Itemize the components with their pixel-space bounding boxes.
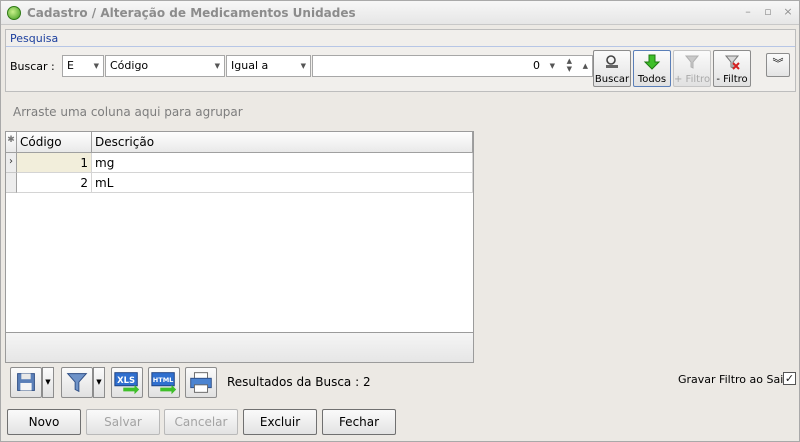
column-header-codigo[interactable]: Código (17, 132, 92, 153)
field-select[interactable]: Código ▼ (105, 55, 225, 77)
logic-select[interactable]: E ▼ (62, 55, 104, 77)
search-panel: Pesquisa Buscar : E ▼ Código ▼ Igual a ▼… (5, 29, 796, 92)
search-icon (606, 55, 618, 68)
search-panel-divider (6, 46, 795, 47)
field-select-value: Código (110, 59, 149, 72)
printer-icon (190, 372, 212, 393)
salvar-button[interactable]: Salvar (86, 409, 160, 435)
svg-text:XLS: XLS (117, 375, 135, 385)
save-layout-button[interactable] (10, 367, 42, 398)
column-header-descricao[interactable]: Descrição (92, 132, 473, 153)
cell-descricao[interactable]: mg (92, 153, 473, 173)
close-icon[interactable]: × (781, 5, 795, 19)
xls-export-icon: XLS (114, 372, 140, 395)
fechar-button[interactable]: Fechar (322, 409, 396, 435)
remove-filtro-button-label: - Filtro (716, 74, 748, 85)
remove-filtro-button[interactable]: - Filtro (713, 50, 751, 87)
todos-button-label: Todos (637, 74, 667, 85)
html-export-icon: HTML (151, 372, 177, 395)
buscar-button[interactable]: Buscar (593, 50, 631, 87)
save-layout-dropdown[interactable]: ▼ (42, 367, 54, 398)
maximize-icon[interactable]: ▫ (761, 5, 775, 19)
filter-layout-button[interactable] (61, 367, 93, 398)
chevron-down-icon[interactable]: ▼ (550, 62, 555, 70)
filter-add-icon (684, 55, 700, 69)
chevron-down-icon: ▼ (96, 378, 102, 386)
gravar-filtro-checkbox[interactable]: ✓ (783, 372, 796, 385)
add-filtro-button-label: + Filtro (674, 74, 711, 85)
gravar-filtro-label: Gravar Filtro ao Sair (678, 373, 788, 386)
search-value-input[interactable]: 0 ▼ ▲ ▼ ▲ (312, 55, 593, 77)
export-xls-button[interactable]: XLS (111, 367, 143, 398)
row-indicator-icon: › (6, 153, 17, 173)
grid-corner[interactable]: ✱ (6, 132, 17, 153)
excluir-button[interactable]: Excluir (243, 409, 317, 435)
double-chevron-down-icon: ︾ (772, 57, 784, 70)
group-by-hint: Arraste uma coluna aqui para agrupar (13, 105, 243, 119)
chevron-down-icon: ▼ (214, 62, 220, 70)
results-grid: ✱ Código Descrição › 1 mg 2 mL (5, 131, 474, 363)
cell-codigo[interactable]: 2 (17, 173, 92, 193)
logic-select-value: E (67, 59, 74, 72)
cell-codigo[interactable]: 1 (17, 153, 92, 173)
chevron-down-icon: ▼ (300, 62, 306, 70)
floppy-disk-icon (17, 373, 35, 391)
print-button[interactable] (185, 367, 217, 398)
chevron-down-icon: ▼ (93, 62, 99, 70)
export-html-button[interactable]: HTML (148, 367, 180, 398)
cancelar-button[interactable]: Cancelar (164, 409, 238, 435)
buscar-label: Buscar : (10, 60, 55, 73)
svg-text:HTML: HTML (153, 376, 174, 384)
window-title: Cadastro / Alteração de Medicamentos Uni… (27, 6, 356, 20)
main-window: Cadastro / Alteração de Medicamentos Uni… (0, 0, 800, 442)
operator-select-value: Igual a (231, 59, 269, 72)
operator-select[interactable]: Igual a ▼ (226, 55, 311, 77)
filter-remove-icon (724, 55, 740, 70)
results-count: Resultados da Busca : 2 (227, 375, 371, 389)
search-value: 0 (533, 59, 540, 72)
novo-button[interactable]: Novo (7, 409, 81, 435)
add-filtro-button[interactable]: + Filtro (673, 50, 711, 87)
chevron-up-icon[interactable]: ▲ (583, 62, 588, 70)
spin-icon[interactable]: ▲ ▼ (567, 57, 572, 73)
buscar-button-label: Buscar (594, 74, 630, 85)
todos-button[interactable]: Todos (633, 50, 671, 87)
filter-icon (66, 373, 88, 393)
row-indicator (6, 173, 17, 193)
title-bar: Cadastro / Alteração de Medicamentos Uni… (1, 1, 799, 25)
grid-footer (6, 332, 473, 362)
filter-layout-dropdown[interactable]: ▼ (93, 367, 105, 398)
chevron-down-icon: ▼ (45, 378, 51, 386)
minimize-icon[interactable]: – (741, 5, 755, 19)
expand-panel-button[interactable]: ︾ (766, 53, 790, 77)
cell-descricao[interactable]: mL (92, 173, 473, 193)
arrow-down-icon (643, 54, 661, 70)
app-icon (7, 6, 21, 20)
search-panel-title: Pesquisa (10, 32, 59, 45)
